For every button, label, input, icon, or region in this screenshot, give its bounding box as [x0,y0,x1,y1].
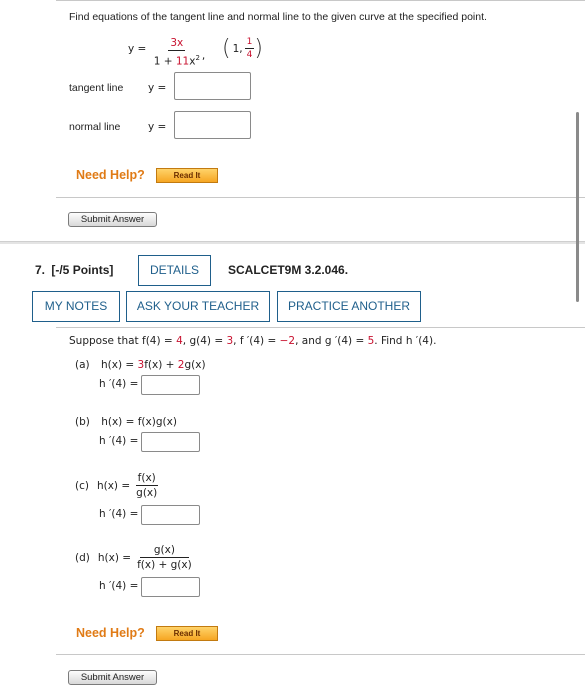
part-b-answer-label: h ′(4) = [99,435,139,447]
q6-eq-den-const: 1 + [153,55,176,68]
scrollbar[interactable] [576,112,579,302]
q6-eq-denominator: 1 + 11x2 [152,51,202,68]
left-paren: ( [222,35,231,61]
top-divider [56,0,585,1]
tangent-line-input[interactable] [174,72,251,100]
stmt-sep-5: . [433,335,437,347]
part-a-term2: g(x) [184,359,206,371]
practice-another-button[interactable]: PRACTICE ANOTHER [277,291,421,322]
part-c-numerator: f(x) [135,472,158,486]
q6-eq-comma: , [201,50,206,63]
q6-eq-lhs: y = [128,43,147,56]
q6-eq-fraction: 3x 1 + 11x2 [152,37,202,68]
part-c-input[interactable] [141,505,200,525]
part-b-lhs: h(x) = f(x)g(x) [101,416,177,428]
part-c-fraction: f(x) g(x) [134,472,159,499]
section-divider [56,197,585,198]
part-c-answer-label: h ′(4) = [99,508,139,520]
submit-answer-button[interactable]: Submit Answer [68,670,157,685]
q7-statement: Suppose that f(4) = 4, g(4) = 3, f ′(4) … [69,335,436,347]
q7-number: 7. [35,263,46,277]
q6-point: ( 1, 1 4 ) [222,37,263,60]
part-d-denominator: f(x) + g(x) [137,559,192,571]
normal-line-input[interactable] [174,111,251,139]
normal-line-label: normal line [69,121,121,133]
stmt-hp: h ′(4) [405,335,434,347]
ask-your-teacher-button[interactable]: ASK YOUR TEACHER [126,291,270,322]
details-button[interactable]: DETAILS [138,255,211,286]
stmt-sep-3: , and [295,335,325,347]
tangent-y-eq: y = [148,82,167,94]
part-b-input[interactable] [141,432,200,452]
stmt-sep-4: . Find [374,335,406,347]
q6-eq-den-coef: 11 [175,55,190,68]
stmt-text-1: Suppose that [69,335,143,347]
q7-points: [-/5 Points] [51,263,114,277]
part-b-label: (b) [75,416,90,428]
part-a-term1: f(x) + [144,359,178,371]
read-it-button[interactable]: Read It [156,626,218,641]
part-a-answer-label: h ′(4) = [99,378,139,390]
q6-eq-numerator: 3x [168,37,186,51]
q6-point-den: 4 [246,50,253,60]
question-7-panel: 7. [-/5 Points] DETAILS SCALCET9M 3.2.04… [0,244,585,700]
part-a-lhs: h(x) = [100,359,138,371]
part-d-fraction: g(x) f(x) + g(x) [135,544,194,571]
part-d-input[interactable] [141,577,200,597]
submit-answer-button[interactable]: Submit Answer [68,212,157,227]
part-c-lhs: h(x) = [96,479,131,492]
part-c-equation: (c) h(x) = f(x) g(x) [75,472,159,499]
my-notes-button[interactable]: MY NOTES [32,291,120,322]
part-d-numerator: g(x) [139,544,189,558]
q6-prompt: Find equations of the tangent line and n… [69,11,487,23]
part-c-label: (c) [75,479,89,492]
part-d-answer-label: h ′(4) = [99,580,139,592]
q7-divider-top [56,327,585,328]
stmt-g4: g(4) = [189,335,227,347]
part-d-label: (d) [75,551,90,564]
part-d-lhs: h(x) = [97,551,132,564]
stmt-fp-value: −2 [279,335,296,347]
part-a-label: (a) [75,359,90,371]
stmt-fp4: f ′(4) = [239,335,280,347]
q6-point-fraction: 1 4 [244,37,255,60]
stmt-f4: f(4) = [142,335,177,347]
right-paren: ) [254,35,263,61]
part-d-equation: (d) h(x) = g(x) f(x) + g(x) [75,544,194,571]
need-help-label: Need Help? [76,168,145,182]
part-a-input[interactable] [141,375,200,395]
q7-code: SCALCET9M 3.2.046. [228,263,349,277]
need-help-label: Need Help? [76,626,145,640]
part-b-equation: (b) h(x) = f(x)g(x) [75,416,177,428]
stmt-gp4: g ′(4) = [324,335,368,347]
stmt-f-value: 4 [176,335,183,347]
q6-eq-den-exp: 2 [195,54,200,62]
stmt-sep-2: , [233,335,240,347]
q7-divider-bottom [56,654,585,655]
normal-y-eq: y = [148,121,167,133]
q6-point-x: 1, [232,42,243,55]
part-a-equation: (a) h(x) = 3f(x) + 2g(x) [75,359,206,371]
part-c-denominator: g(x) [136,487,158,499]
question-6-panel: Find equations of the tangent line and n… [0,0,585,242]
q6-point-num: 1 [244,37,255,49]
read-it-button[interactable]: Read It [156,168,218,183]
q7-header: 7. [-/5 Points] [35,263,113,277]
tangent-line-label: tangent line [69,82,124,94]
q6-equation: y = 3x 1 + 11x2 , [128,37,205,68]
